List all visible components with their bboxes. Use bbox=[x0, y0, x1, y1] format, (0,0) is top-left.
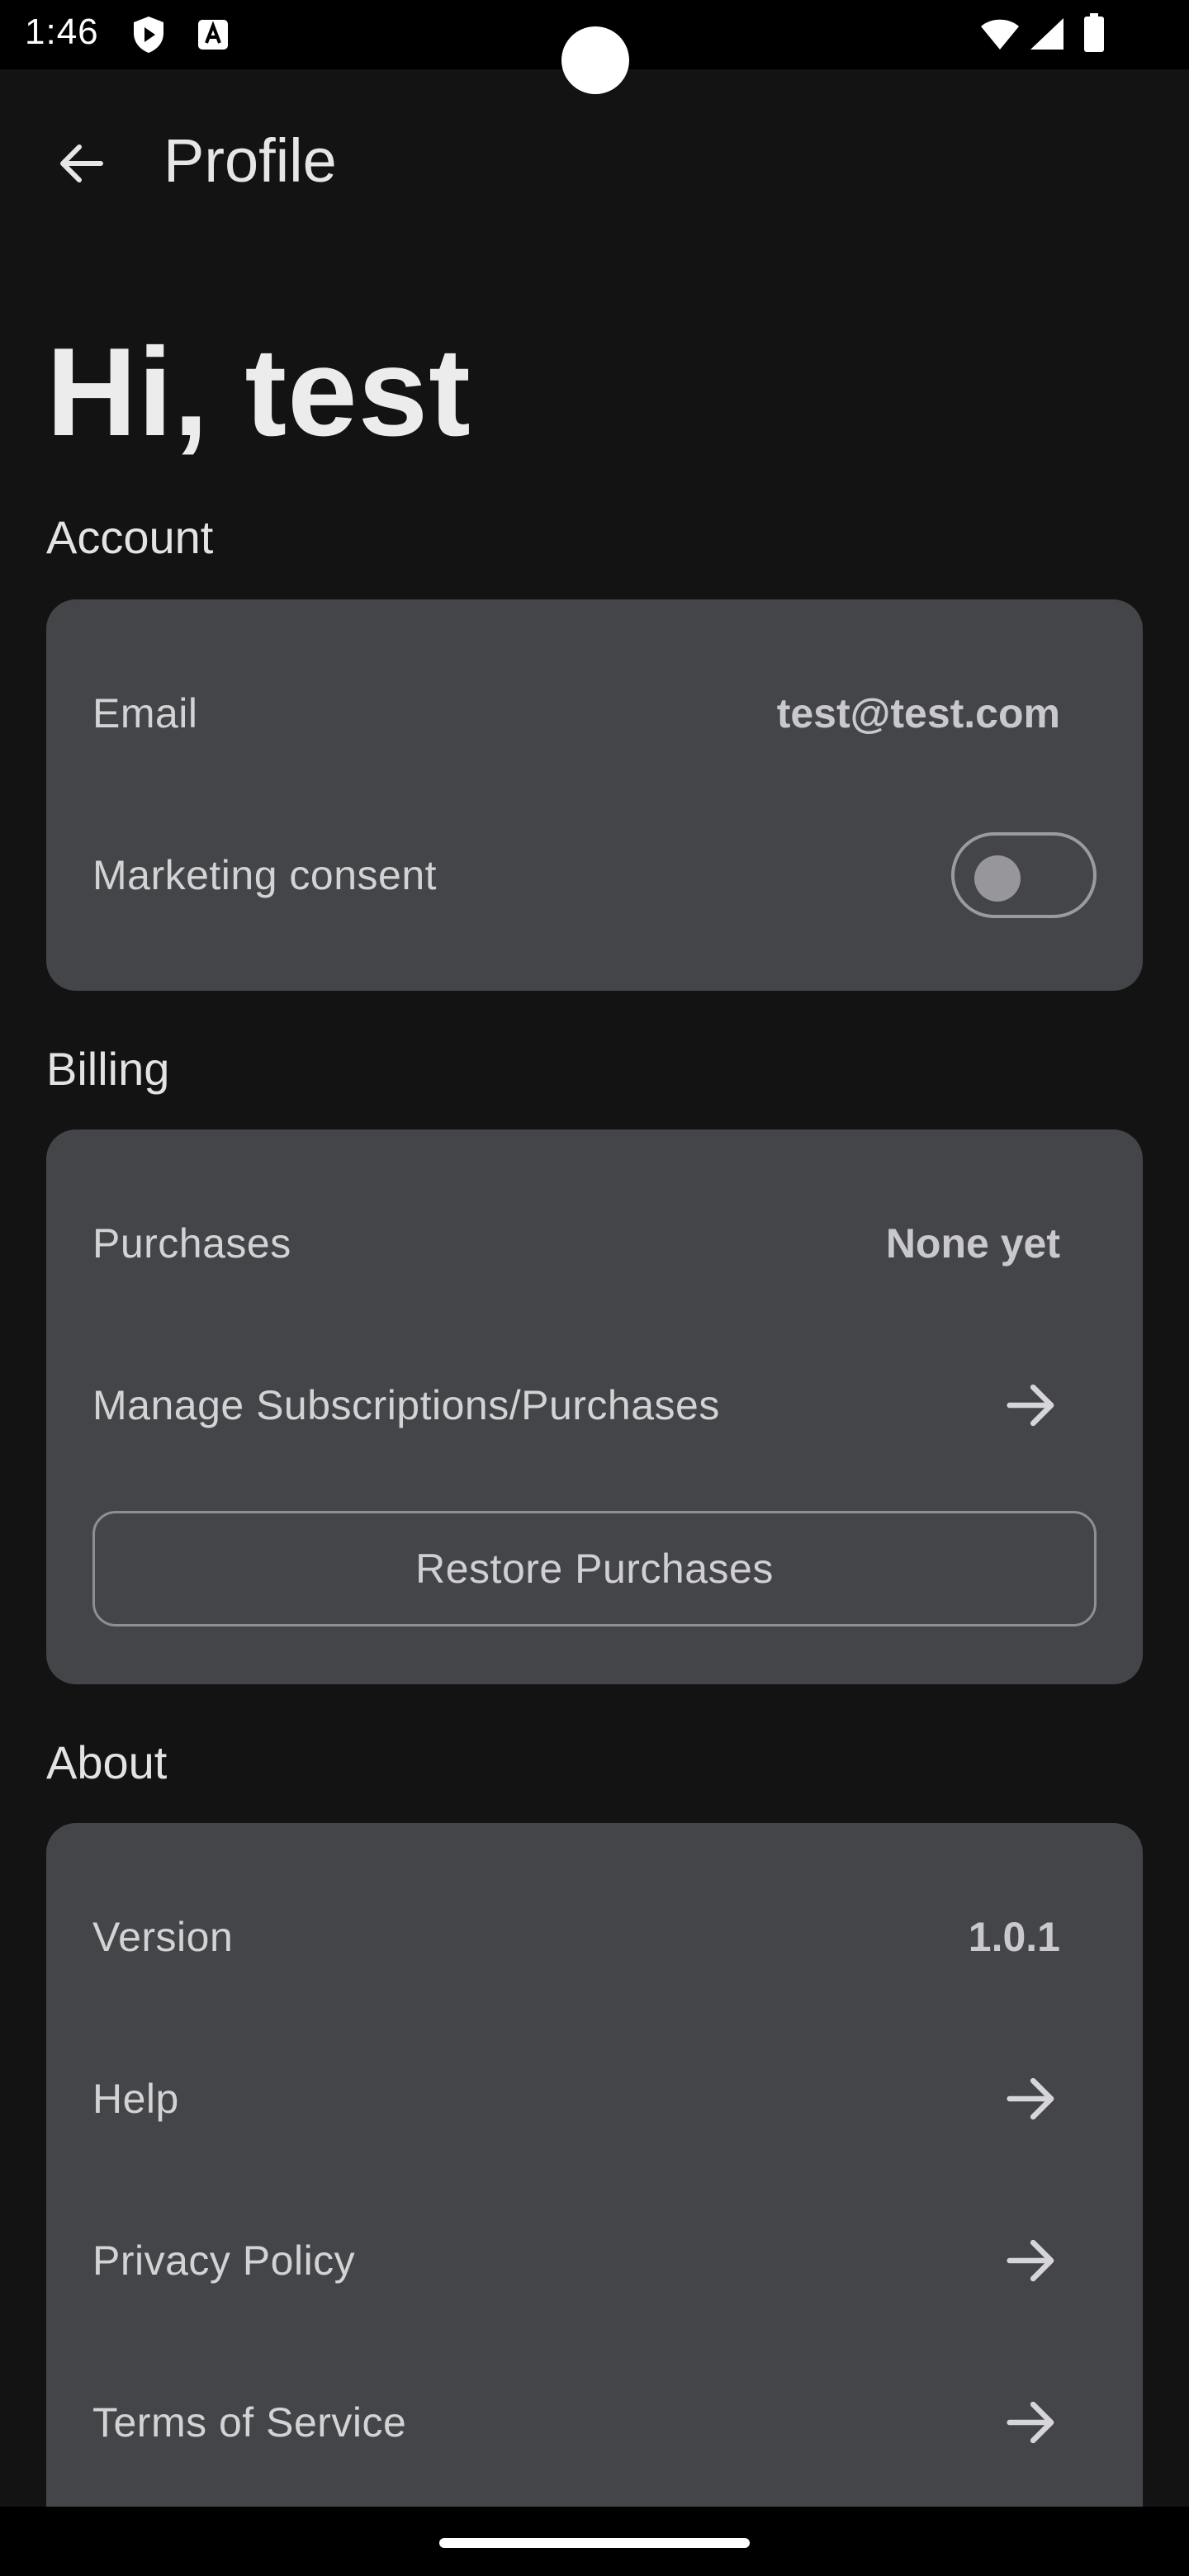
billing-card: Purchases None yet Manage Subscriptions/… bbox=[46, 1129, 1143, 1684]
help-label: Help bbox=[92, 2076, 179, 2122]
restore-purchases-button[interactable]: Restore Purchases bbox=[92, 1511, 1097, 1627]
wifi-icon bbox=[979, 17, 1021, 55]
manage-subscriptions-row[interactable]: Manage Subscriptions/Purchases bbox=[92, 1364, 1097, 1447]
email-value: test@test.com bbox=[776, 690, 1060, 736]
about-card: Version 1.0.1 Help Privacy Policy Terms … bbox=[46, 1823, 1143, 2566]
arrow-left-icon bbox=[60, 144, 103, 182]
terms-of-service-row[interactable]: Terms of Service bbox=[92, 2381, 1097, 2464]
camera-cutout bbox=[561, 26, 629, 94]
greeting-heading: Hi, test bbox=[46, 322, 471, 462]
privacy-policy-label: Privacy Policy bbox=[92, 2237, 356, 2284]
help-row[interactable]: Help bbox=[92, 2057, 1097, 2140]
status-time: 1:46 bbox=[25, 12, 99, 52]
arrow-right-icon bbox=[1007, 2077, 1054, 2120]
purchases-value: None yet bbox=[885, 1220, 1060, 1267]
version-value: 1.0.1 bbox=[968, 1914, 1060, 1960]
purchases-row: Purchases None yet bbox=[92, 1202, 1097, 1285]
page-title: Profile bbox=[163, 126, 337, 195]
version-label: Version bbox=[92, 1914, 234, 1960]
arrow-right-icon bbox=[1007, 2239, 1054, 2282]
marketing-consent-toggle[interactable] bbox=[951, 832, 1097, 918]
toggle-knob bbox=[974, 855, 1021, 902]
email-label: Email bbox=[92, 690, 198, 736]
section-title-billing: Billing bbox=[46, 1043, 170, 1095]
terms-of-service-label: Terms of Service bbox=[92, 2399, 407, 2446]
version-row: Version 1.0.1 bbox=[92, 1896, 1097, 1978]
arrow-right-icon bbox=[1007, 1384, 1054, 1427]
purchases-label: Purchases bbox=[92, 1220, 291, 1267]
arrow-right-icon bbox=[1007, 2401, 1054, 2444]
manage-subscriptions-label: Manage Subscriptions/Purchases bbox=[92, 1382, 720, 1428]
privacy-policy-row[interactable]: Privacy Policy bbox=[92, 2219, 1097, 2302]
email-row: Email test@test.com bbox=[92, 672, 1097, 755]
signal-icon bbox=[1029, 17, 1065, 55]
marketing-consent-row: Marketing consent bbox=[92, 832, 1097, 918]
profile-screen: 1:46 Profile Hi, test Account Email test… bbox=[0, 0, 1189, 2576]
battery-icon bbox=[1083, 13, 1105, 57]
marketing-consent-label: Marketing consent bbox=[92, 852, 438, 898]
section-title-account: Account bbox=[46, 511, 214, 563]
section-title-about: About bbox=[46, 1736, 168, 1788]
accessibility-a-icon bbox=[197, 18, 230, 55]
home-gesture-handle[interactable] bbox=[439, 2538, 750, 2548]
back-button[interactable] bbox=[46, 129, 116, 198]
shield-play-icon bbox=[130, 15, 167, 59]
account-card: Email test@test.com Marketing consent bbox=[46, 599, 1143, 991]
